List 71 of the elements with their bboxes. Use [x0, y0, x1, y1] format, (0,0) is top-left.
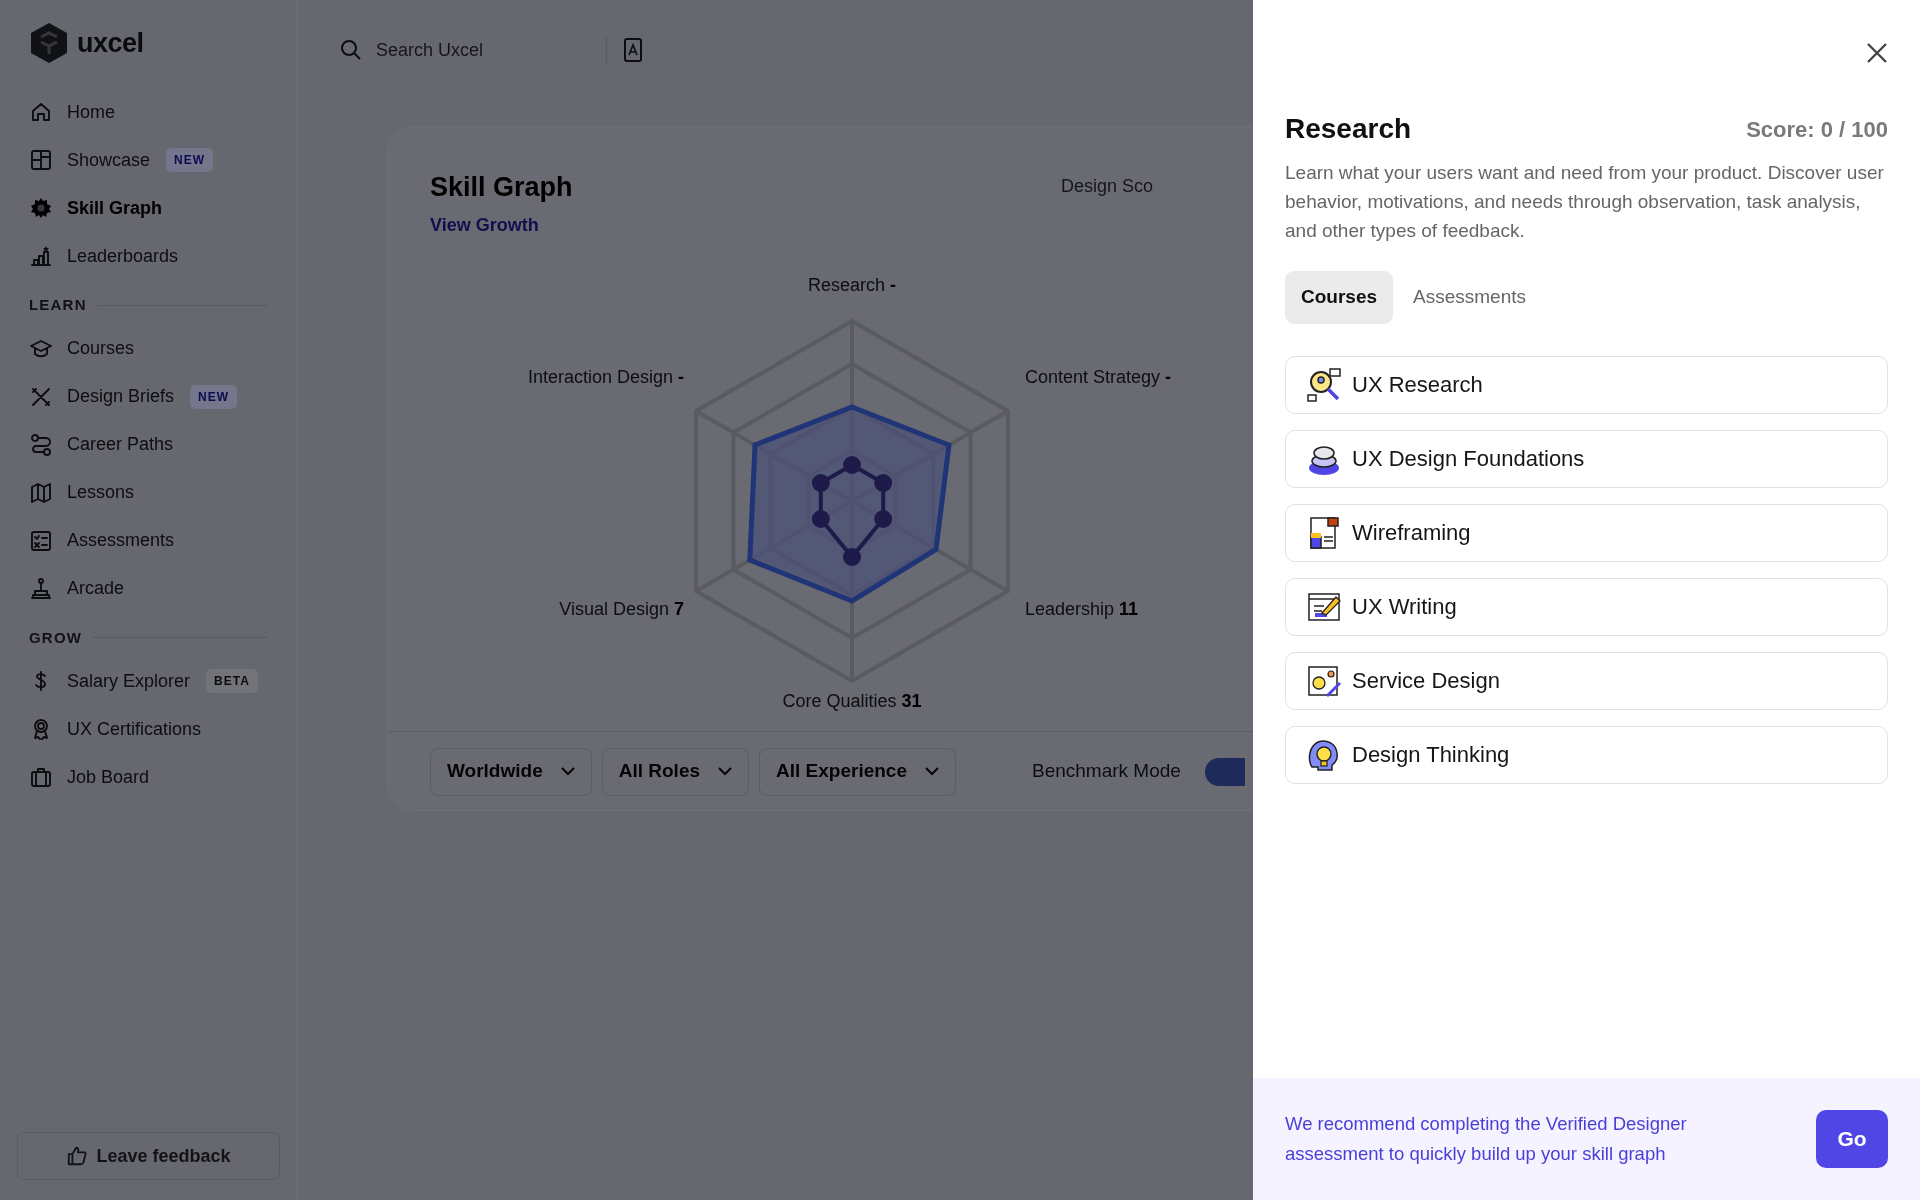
- checklist-icon: [29, 528, 53, 553]
- score-label: Score: 0 / 100: [1746, 115, 1888, 144]
- axis-label: Visual Design 7: [559, 598, 684, 619]
- magnifier-icon: [1306, 366, 1342, 403]
- course-item[interactable]: UX Research: [1285, 355, 1888, 414]
- data-point: [843, 547, 861, 566]
- section-heading: GROW: [29, 627, 83, 648]
- axis-label: Content Strategy -: [1025, 366, 1172, 387]
- sidebar-item[interactable]: Home: [29, 88, 268, 136]
- sidebar-item[interactable]: Arcade: [29, 564, 268, 613]
- view-growth-link[interactable]: View Growth: [430, 211, 573, 239]
- home-icon: [29, 100, 53, 124]
- feature-tag: NEW: [190, 384, 238, 409]
- close-icon: [1866, 41, 1888, 64]
- filter-dropdown[interactable]: Worldwide: [430, 747, 592, 796]
- gear-icon: [29, 196, 53, 220]
- data-point: [874, 509, 893, 528]
- map-icon: [29, 480, 53, 505]
- axis-label: Interaction Design -: [527, 366, 684, 387]
- filter-dropdown[interactable]: All Experience: [759, 747, 956, 796]
- sidebar-item[interactable]: Salary Explorer: [29, 657, 191, 705]
- search-icon: [340, 39, 362, 61]
- axis-label: Leadership 11: [1025, 598, 1139, 619]
- sidebar-item[interactable]: Lessons: [29, 468, 268, 517]
- tab[interactable]: Assessments: [1397, 271, 1542, 324]
- briefcase-icon: [29, 765, 53, 789]
- sidebar-item[interactable]: Career Paths: [29, 420, 268, 469]
- sidebar-item[interactable]: Skill Graph: [29, 184, 268, 232]
- feature-tag: NEW: [166, 148, 214, 172]
- benchmark-mode-label: Benchmark Mode: [1032, 759, 1181, 784]
- course-item[interactable]: Service Design: [1285, 651, 1888, 710]
- data-point: [843, 455, 861, 474]
- card-title: Skill Graph: [430, 171, 573, 204]
- axis-label: Core Qualities 31: [782, 690, 922, 711]
- thumbs-up-icon: [66, 1145, 89, 1167]
- filter-dropdown[interactable]: All Roles: [601, 747, 750, 796]
- description-text: Learn what your users want and need from your product. Discover user behavior, motivations, and needs through observation, task analysis, and other types of feedback.: [1285, 161, 1885, 243]
- data-point: [811, 473, 830, 492]
- chevron-down-icon: [925, 767, 939, 776]
- section-heading: LEARN: [29, 295, 87, 315]
- joystick-icon: [29, 576, 53, 601]
- data-point: [811, 509, 830, 528]
- course-item[interactable]: Wireframing: [1285, 503, 1888, 562]
- close-button[interactable]: [1866, 40, 1888, 64]
- logo-icon: [29, 22, 69, 64]
- chevron-down-icon: [718, 767, 733, 776]
- toggle-switch[interactable]: [1204, 757, 1245, 786]
- brand-name: uxcel: [77, 26, 144, 60]
- sidebar-item[interactable]: Showcase: [29, 136, 151, 184]
- course-item[interactable]: UX Design Foundations: [1285, 429, 1888, 488]
- tab[interactable]: Courses: [1285, 271, 1394, 324]
- sidebar-item[interactable]: Design Briefs: [29, 372, 175, 421]
- course-item[interactable]: UX Writing: [1285, 577, 1888, 636]
- sidebar-item[interactable]: Leaderboards: [29, 232, 268, 280]
- sidebar-item[interactable]: Courses: [29, 324, 268, 373]
- recommendation-text: We recommend completing the Verified Designer assessment to quickly build up your skill graph: [1285, 1112, 1688, 1166]
- feature-tag: BETA: [206, 669, 258, 693]
- data-point: [874, 473, 893, 492]
- bar-chart-icon: [29, 244, 53, 268]
- course-item[interactable]: Design Thinking: [1285, 725, 1888, 784]
- leave-feedback-button[interactable]: Leave feedback: [17, 1132, 280, 1180]
- sidebar-item[interactable]: UX Certifications: [29, 705, 268, 753]
- sidebar-item[interactable]: Assessments: [29, 516, 268, 565]
- route-icon: [29, 432, 53, 457]
- chevron-down-icon: [560, 767, 575, 776]
- layout-icon: [29, 148, 53, 172]
- go-button[interactable]: Go: [1816, 1110, 1888, 1168]
- design-score-label: Design Sco: [1060, 175, 1153, 198]
- sidebar-item[interactable]: Job Board: [29, 753, 268, 801]
- axis-label: Research -: [807, 274, 897, 295]
- panel-title: Research: [1285, 112, 1412, 146]
